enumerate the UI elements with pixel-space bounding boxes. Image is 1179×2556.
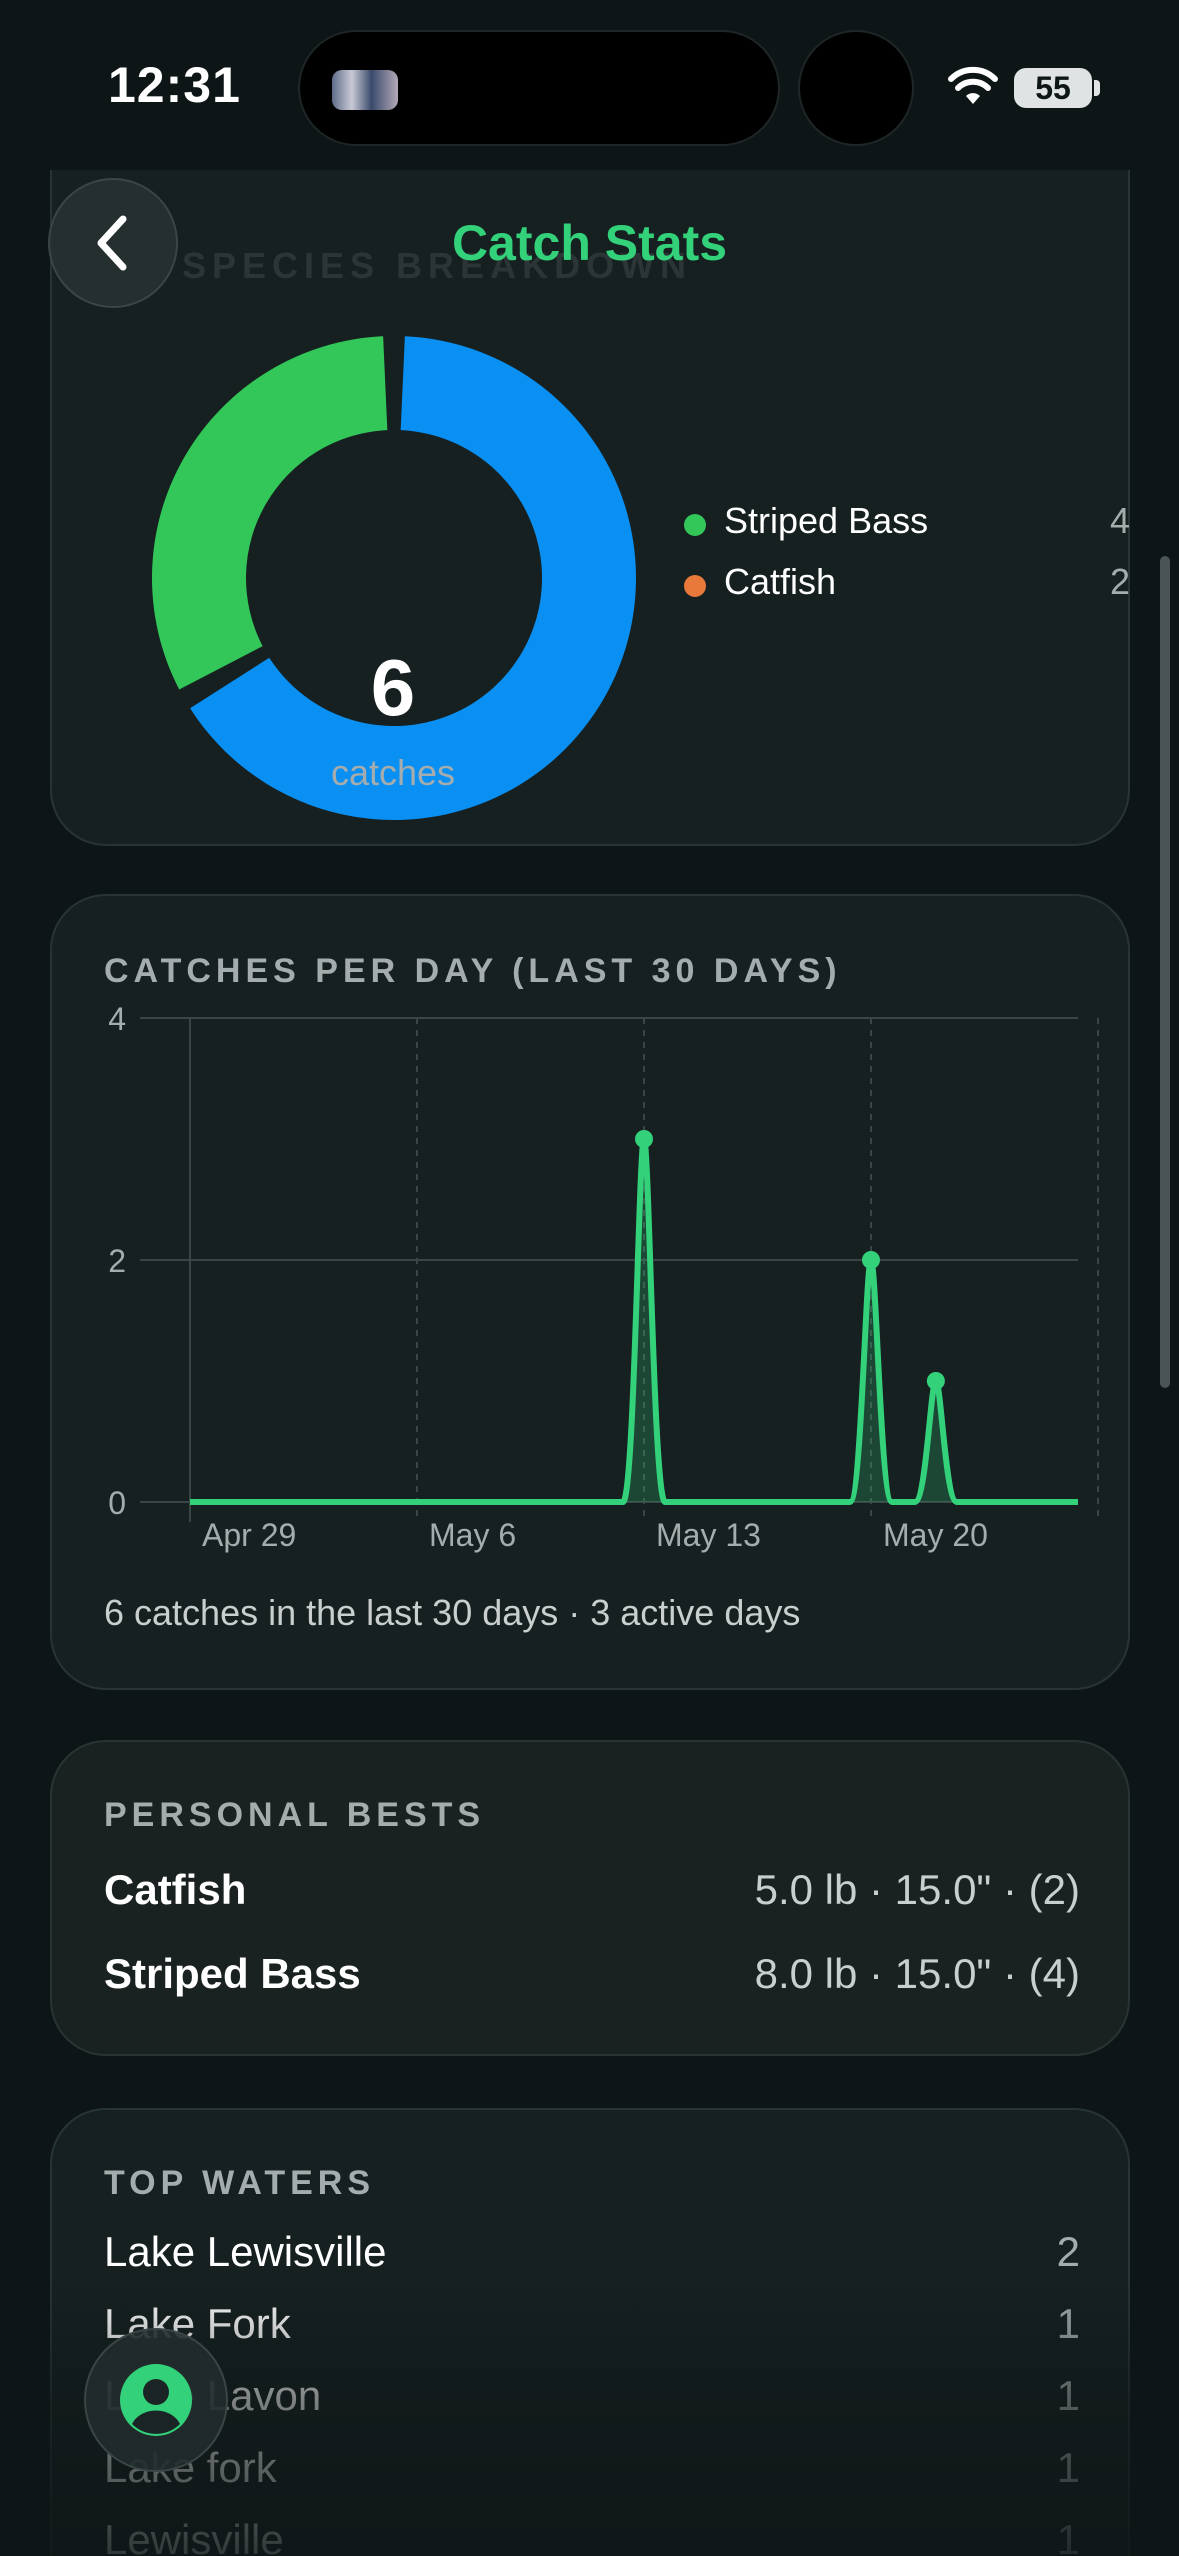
legend-name: Catfish (724, 561, 837, 602)
water-count: 1 (1056, 2372, 1080, 2419)
legend-count: 4 (1109, 500, 1130, 541)
legend-dot (684, 575, 706, 597)
x-tick-label: Apr 29 (202, 1517, 296, 1553)
personal-bests-card: PERSONAL BESTS Catfish 5.0 lb · 15.0" · … (50, 1740, 1130, 2056)
profile-button[interactable] (84, 2328, 228, 2472)
legend-name: Striped Bass (724, 500, 929, 541)
personal-bests-label: PERSONAL BESTS (104, 1796, 486, 1834)
y-tick-label: 2 (108, 1243, 126, 1279)
water-count: 1 (1056, 2444, 1080, 2491)
legend-dot (684, 514, 706, 536)
water-count: 1 (1056, 2516, 1080, 2556)
y-tick-label: 4 (108, 1001, 126, 1037)
catches-per-day-card: CATCHES PER DAY (LAST 30 DAYS) 0 2 4 Apr 29… (50, 894, 1130, 1690)
battery-cap (1094, 80, 1100, 96)
status-time: 12:31 (108, 57, 241, 113)
best-species: Striped Bass (104, 1950, 361, 1997)
data-point (862, 1251, 880, 1269)
now-playing-thumbnail (332, 70, 398, 110)
x-tick-label: May 20 (883, 1517, 988, 1553)
chart-summary: 6 catches in the last 30 days · 3 active… (104, 1592, 801, 1633)
battery-indicator: 55 (1014, 68, 1092, 108)
x-tick-label: May 13 (656, 1517, 761, 1553)
best-species: Catfish (104, 1866, 247, 1913)
x-tick-label: M (1110, 1517, 1112, 1553)
data-point (635, 1130, 653, 1148)
water-name: Lake Lewisville (104, 2228, 387, 2275)
donut-segment (152, 336, 388, 690)
data-point (926, 1372, 945, 1390)
status-bar: 12:31 55 (0, 0, 1179, 170)
camera-cutout (798, 30, 914, 146)
best-stats: 5.0 lb · 15.0" · (2) (754, 1866, 1080, 1913)
y-tick-label: 0 (108, 1485, 126, 1521)
best-stats: 8.0 lb · 15.0" · (4) (754, 1950, 1080, 1997)
scrollbar[interactable] (1160, 556, 1170, 1388)
total-catches-label: catches (330, 752, 456, 793)
legend-count: 2 (1109, 561, 1130, 602)
x-tick-label: May 6 (429, 1517, 516, 1553)
back-button[interactable] (48, 178, 178, 308)
water-count: 1 (1056, 2300, 1080, 2347)
top-waters-label: TOP WATERS (104, 2164, 376, 2202)
chevron-left-icon (97, 215, 127, 271)
water-name: Lewisville (104, 2516, 284, 2556)
catches-per-day-label: CATCHES PER DAY (LAST 30 DAYS) (104, 952, 842, 990)
top-waters-card: TOP WATERS Lake Lewisville 2 Lake Fork 1… (50, 2108, 1130, 2556)
person-icon (120, 2364, 192, 2436)
catches-per-day-chart: 0 2 4 Apr 29 May 6 May 13 May 20 M (108, 1001, 1112, 1553)
water-count: 2 (1056, 2228, 1080, 2275)
total-catches-number: 6 (370, 643, 416, 732)
wifi-icon (948, 66, 998, 104)
dynamic-island (298, 30, 780, 146)
